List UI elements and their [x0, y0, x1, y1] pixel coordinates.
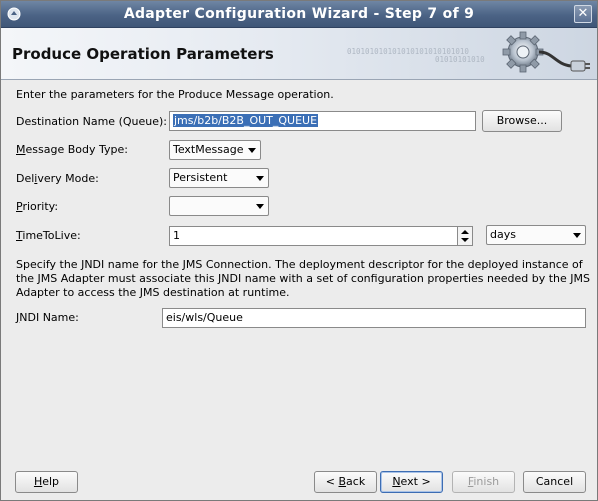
browse-button[interactable]: Browse... — [482, 110, 562, 132]
back-pre: < — [325, 475, 339, 488]
label-pre: Del — [16, 172, 35, 185]
intro-text: Enter the parameters for the Produce Mes… — [16, 88, 334, 101]
destination-label: Destination Name (Queue): — [16, 115, 167, 128]
chevron-down-icon — [248, 148, 256, 153]
time-to-live-label: TimeToLive: — [16, 229, 81, 242]
back-button[interactable]: < Back — [314, 471, 377, 493]
destination-name-field[interactable]: jms/b2b/B2B_OUT_QUEUE — [169, 111, 476, 131]
priority-select[interactable] — [169, 196, 269, 216]
priority-label: Priority: — [16, 200, 58, 213]
help-rest: elp — [42, 475, 60, 488]
chevron-down-icon — [256, 204, 264, 209]
label-post: NDI Name: — [19, 311, 79, 324]
next-mnemonic: N — [392, 475, 401, 488]
next-rest: ext > — [400, 475, 431, 488]
time-to-live-field[interactable]: 1 — [169, 226, 458, 246]
header-banner: Produce Operation Parameters 01010101010… — [1, 28, 597, 80]
time-to-live-spinner[interactable] — [457, 226, 473, 246]
label-post: essage Body Type: — [25, 143, 128, 156]
time-unit-value: days — [490, 228, 516, 241]
label-post: very Mode: — [37, 172, 99, 185]
jndi-name-field[interactable]: eis/wls/Queue — [162, 308, 586, 328]
message-body-type-value: TextMessage — [173, 143, 244, 156]
page-title: Produce Operation Parameters — [12, 45, 274, 63]
jndi-name-label: JNDI Name: — [16, 311, 79, 324]
spinner-up-icon[interactable] — [461, 230, 469, 234]
delivery-mode-select[interactable]: Persistent — [169, 168, 269, 188]
wizard-window: Adapter Configuration Wizard - Step 7 of… — [0, 0, 598, 501]
delivery-mode-label: Delivery Mode: — [16, 172, 99, 185]
spinner-down-icon[interactable] — [461, 238, 469, 242]
next-button[interactable]: Next > — [380, 471, 443, 493]
label-post: imeToLive: — [22, 229, 81, 242]
destination-name-value: jms/b2b/B2B_OUT_QUEUE — [173, 114, 319, 127]
jndi-description: Specify the JNDI name for the JMS Connec… — [16, 258, 590, 299]
help-button[interactable]: Help — [15, 471, 78, 493]
window-title: Adapter Configuration Wizard - Step 7 of… — [123, 6, 475, 22]
help-mnemonic: H — [33, 475, 43, 488]
message-body-type-select[interactable]: TextMessage — [169, 140, 261, 160]
close-icon[interactable]: ✕ — [574, 5, 592, 23]
gear-plug-icon — [502, 31, 590, 73]
back-rest: ack — [346, 475, 366, 488]
time-unit-select[interactable]: days — [486, 225, 586, 245]
title-bar[interactable]: Adapter Configuration Wizard - Step 7 of… — [1, 1, 597, 28]
chevron-down-icon — [573, 233, 581, 238]
finish-rest: inish — [473, 475, 500, 488]
binary-decoration: 010101010101010101010101010 01010101010 — [347, 48, 485, 64]
back-mnemonic: B — [338, 475, 347, 488]
label-mnemonic: M — [16, 143, 26, 156]
cancel-button[interactable]: Cancel — [523, 471, 586, 493]
chevron-down-icon — [256, 176, 264, 181]
message-body-type-label: Message Body Type: — [16, 143, 128, 156]
label-post: riority: — [22, 200, 59, 213]
binary-line-2: 01010101010 — [435, 55, 485, 64]
finish-button[interactable]: Finish — [452, 471, 515, 493]
delivery-mode-value: Persistent — [173, 171, 228, 184]
